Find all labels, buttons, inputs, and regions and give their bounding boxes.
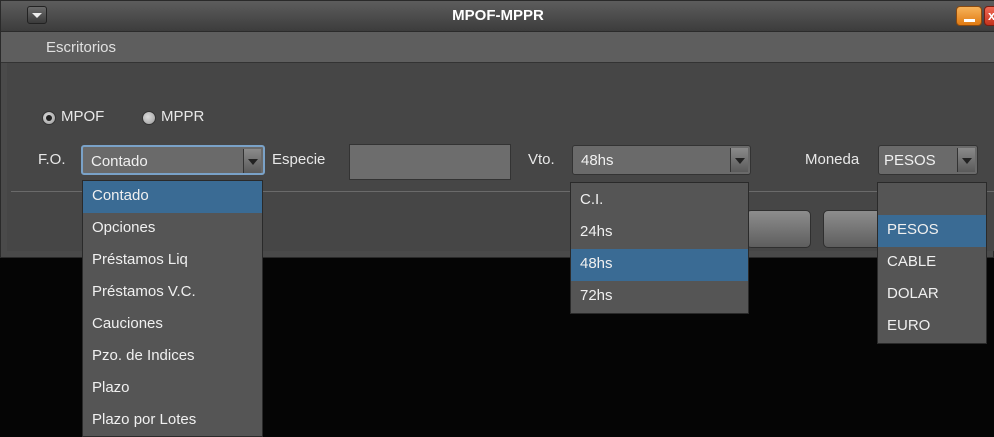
chevron-down-icon[interactable]: [957, 148, 975, 172]
moneda-option[interactable]: DOLAR: [878, 279, 986, 311]
fo-option[interactable]: Plazo por Lotes: [83, 405, 262, 437]
radio-mpof[interactable]: [42, 111, 56, 125]
close-button[interactable]: x: [984, 6, 994, 26]
menu-bar: Escritorios: [1, 32, 994, 63]
fo-option[interactable]: Plazo: [83, 373, 262, 405]
chevron-down-icon[interactable]: [243, 149, 261, 173]
title-bar[interactable]: MPOF-MPPR x: [1, 1, 994, 32]
vto-dropdown-list: C.I. 24hs 48hs 72hs: [570, 182, 749, 314]
moneda-select-value: PESOS: [884, 152, 936, 169]
especie-input[interactable]: [349, 144, 511, 180]
vto-select-value: 48hs: [581, 152, 614, 169]
window-title: MPOF-MPPR: [452, 7, 544, 24]
especie-label: Especie: [272, 151, 326, 168]
fo-option[interactable]: Opciones: [83, 213, 262, 245]
radio-mppr[interactable]: [142, 111, 156, 125]
minimize-button[interactable]: [956, 6, 982, 26]
vto-option[interactable]: 48hs: [571, 249, 748, 281]
radio-mppr-label[interactable]: MPPR: [161, 108, 204, 125]
vto-option[interactable]: 24hs: [571, 217, 748, 249]
action-button-1[interactable]: [746, 210, 811, 248]
chevron-down-icon[interactable]: [730, 148, 748, 172]
fo-label: F.O.: [38, 151, 66, 168]
radio-mpof-label[interactable]: MPOF: [61, 108, 104, 125]
vto-select[interactable]: 48hs: [572, 145, 751, 175]
moneda-dropdown-list: PESOS CABLE DOLAR EURO: [877, 182, 987, 344]
fo-option[interactable]: Pzo. de Indices: [83, 341, 262, 373]
moneda-option[interactable]: PESOS: [878, 215, 986, 247]
moneda-option[interactable]: CABLE: [878, 247, 986, 279]
fo-dropdown-list: Contado Opciones Préstamos Liq Préstamos…: [82, 180, 263, 437]
fo-select-value: Contado: [91, 153, 148, 170]
fo-select[interactable]: Contado: [81, 145, 265, 175]
fo-option[interactable]: Cauciones: [83, 309, 262, 341]
moneda-label: Moneda: [805, 151, 860, 168]
moneda-option[interactable]: EURO: [878, 311, 986, 343]
vto-option[interactable]: 72hs: [571, 281, 748, 313]
fo-option[interactable]: Préstamos Liq: [83, 245, 262, 277]
moneda-option[interactable]: [878, 183, 986, 215]
menu-escritorios[interactable]: Escritorios: [46, 39, 116, 56]
vto-option[interactable]: C.I.: [571, 185, 748, 217]
fo-option[interactable]: Contado: [83, 181, 262, 213]
vto-label: Vto.: [528, 151, 555, 168]
moneda-select[interactable]: PESOS: [878, 145, 978, 175]
fo-option[interactable]: Préstamos V.C.: [83, 277, 262, 309]
